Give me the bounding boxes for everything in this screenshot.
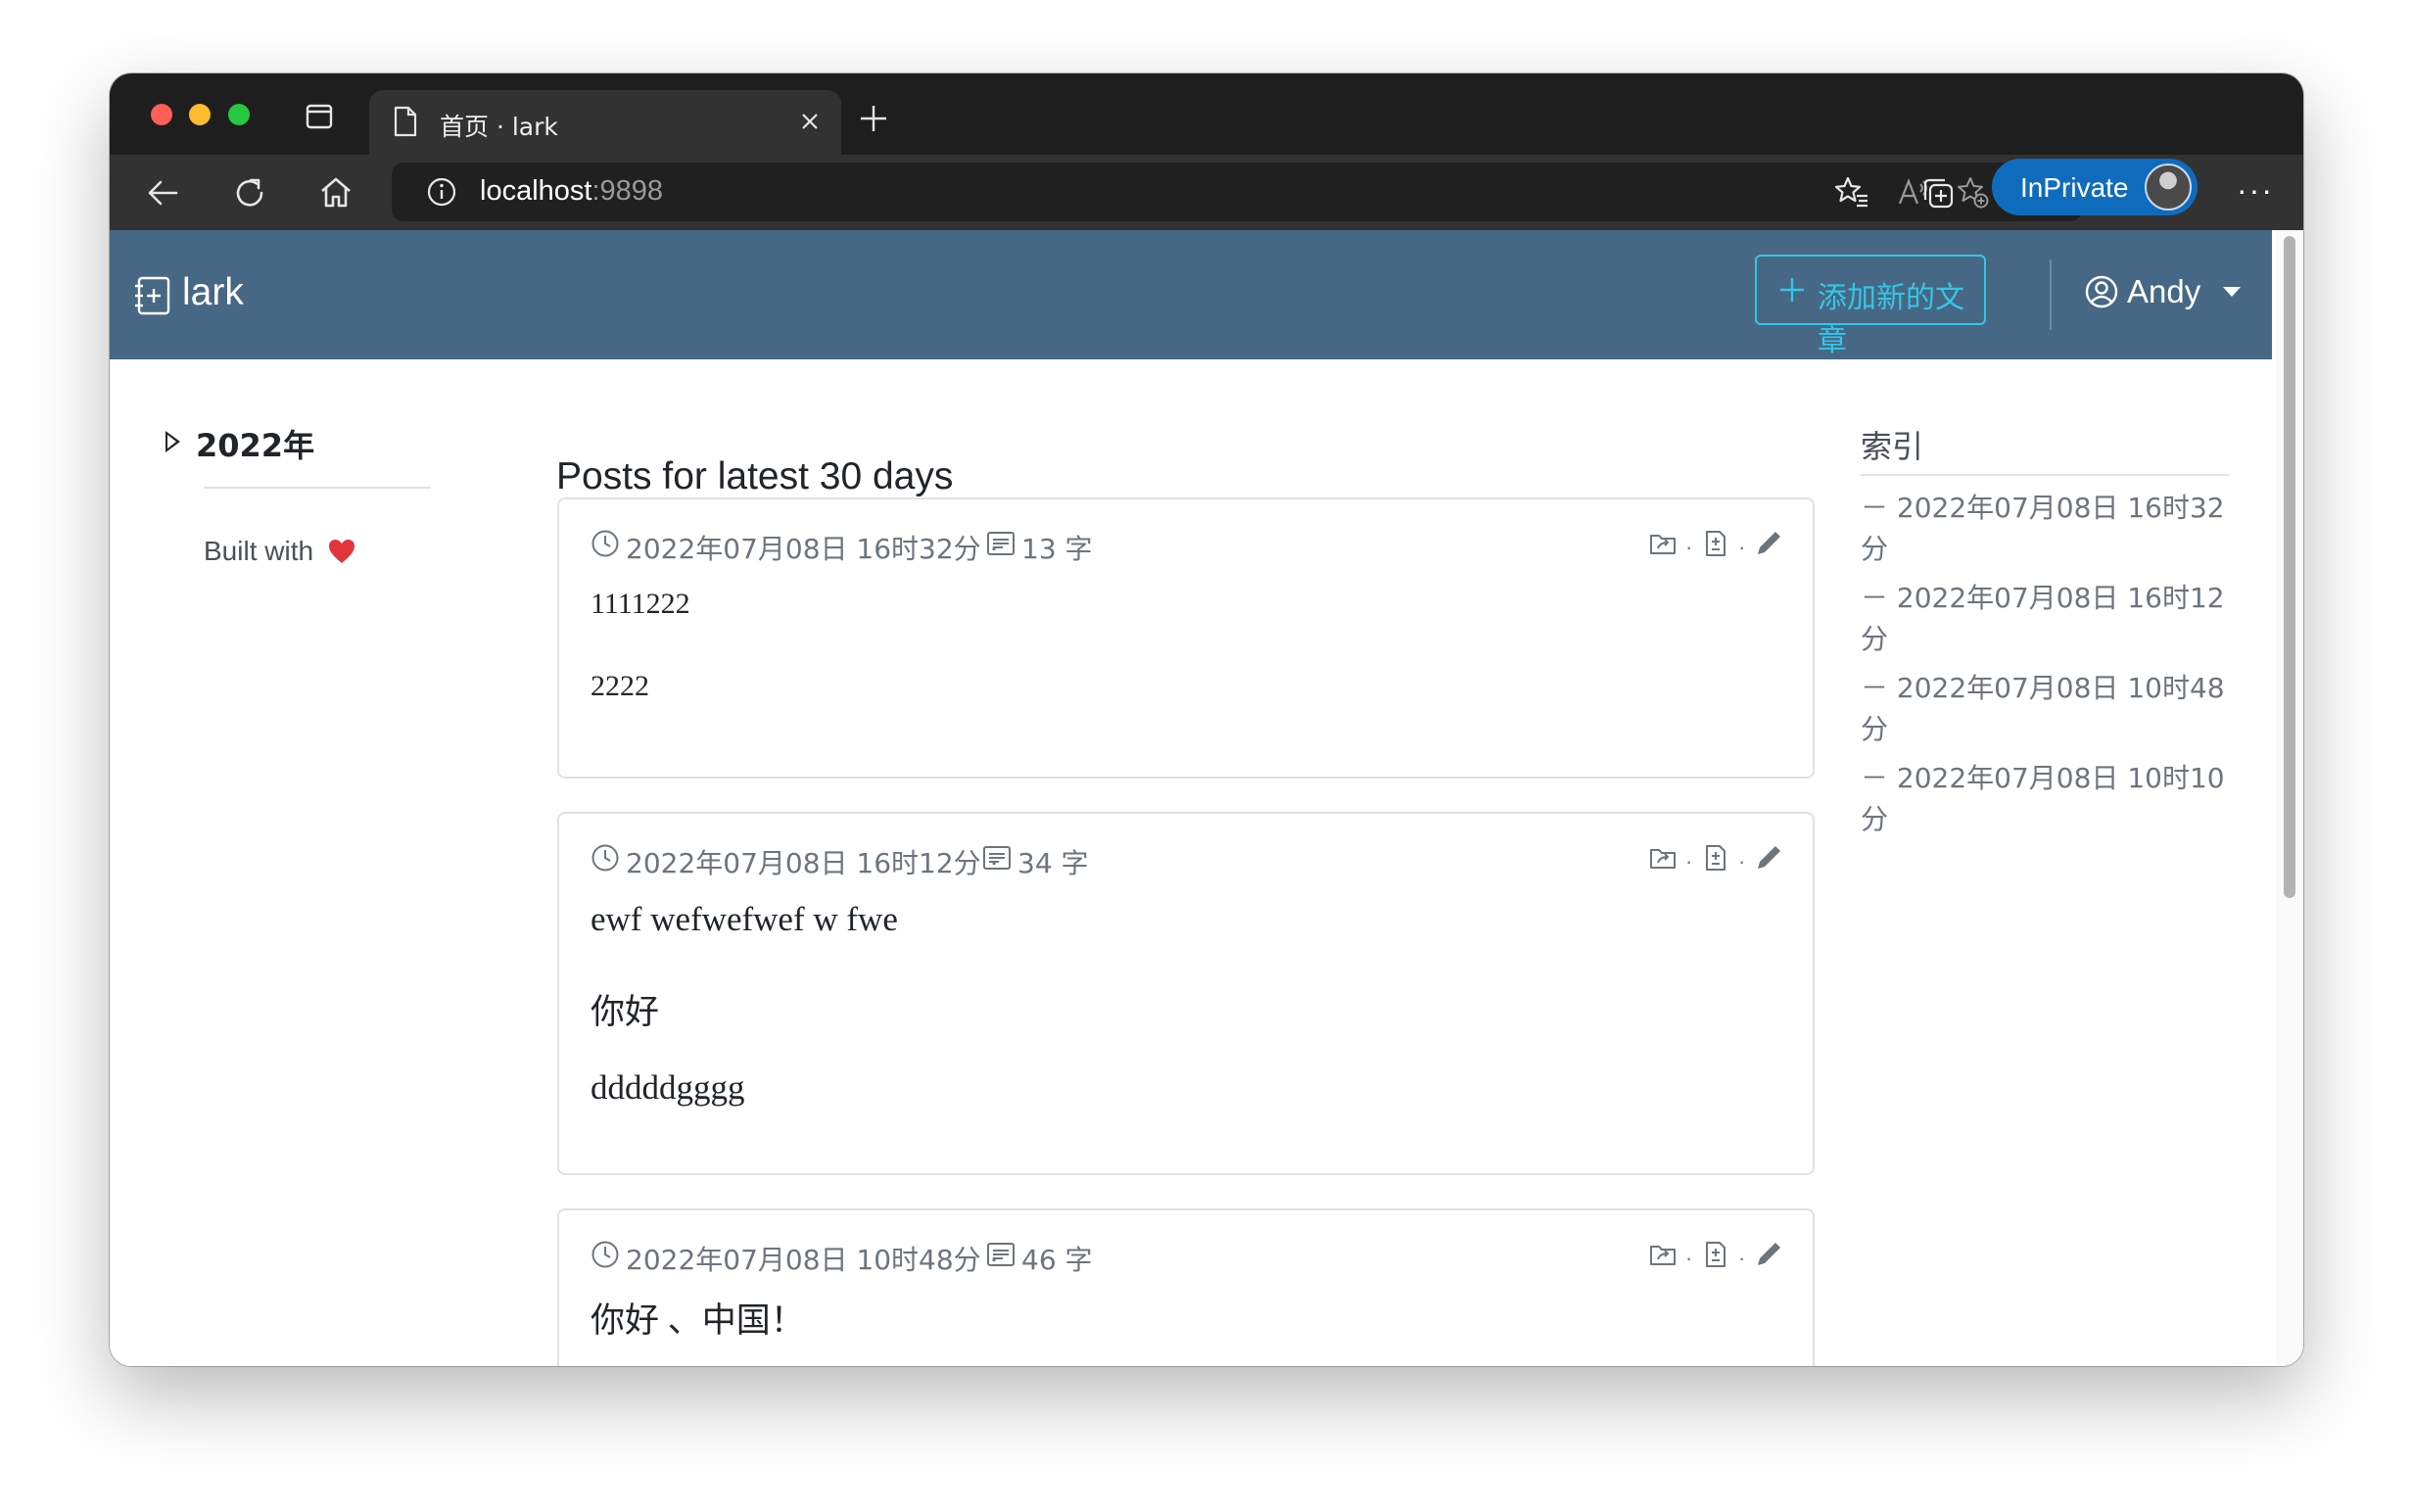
toc-title: 索引: [1861, 428, 1924, 465]
year-archive-toggle[interactable]: 2022年: [196, 421, 314, 466]
word-count: 34 字: [1017, 847, 1089, 879]
minimize-window-button[interactable]: [189, 104, 211, 125]
post-paragraph: 2222: [591, 670, 649, 702]
toc-link-text: － 2022年07月08日 10时10: [1861, 762, 2225, 794]
page-scrollbar[interactable]: [2276, 230, 2303, 1366]
toc-link-text: － 2022年07月08日 10时48: [1861, 672, 2225, 704]
add-post-button[interactable]: 添加新的文章: [1755, 255, 1986, 358]
post-paragraph: ewf wefwefwef w fwe: [591, 900, 898, 938]
toc-link[interactable]: － 2022年07月08日 16时32 分: [1861, 488, 2233, 570]
tab-title: 首页 · lark: [440, 113, 558, 141]
clock-icon: [591, 1241, 619, 1268]
close-window-button[interactable]: [151, 104, 172, 125]
profile-avatar: [2145, 164, 2192, 211]
inprivate-label: InPrivate: [2020, 172, 2129, 203]
collections-icon[interactable]: [1919, 174, 1957, 212]
user-menu-toggle[interactable]: Andy: [2127, 273, 2200, 310]
post-card: 2022年07月08日 16时12分 · 34 字 · · ewf wefwef…: [557, 812, 1815, 1175]
post-paragraph: 你好: [591, 993, 660, 1031]
toc-link[interactable]: － 2022年07月08日 16时12 分: [1861, 578, 2233, 660]
toc-link[interactable]: － 2022年07月08日 10时10 分: [1861, 758, 2233, 840]
url-text: localhost:9898: [480, 175, 664, 207]
toc-link-text: － 2022年07月08日 16时12: [1861, 582, 2225, 614]
post-date: 2022年07月08日 16时12分 ·: [626, 847, 999, 879]
post-card: 2022年07月08日 16时32分 · 13 字 · · 1111222 22…: [557, 497, 1815, 779]
separator-dot: ·: [1738, 535, 1746, 559]
separator-dot: ·: [1685, 535, 1693, 559]
built-with-text: Built with: [204, 536, 314, 566]
tab-bar: 首页 · lark: [110, 73, 2303, 155]
page-content: lark 添加新的文章 Andy 2022年 Built with Posts …: [110, 230, 2303, 1366]
more-options-icon[interactable]: ···: [2237, 174, 2274, 206]
brand-name[interactable]: lark: [182, 271, 244, 314]
document-text-icon: [987, 1243, 1015, 1266]
pencil-edit-icon[interactable]: [1754, 529, 1783, 558]
file-diff-icon[interactable]: [1701, 529, 1730, 558]
tab-active[interactable]: 首页 · lark: [369, 90, 841, 155]
post-actions: · ·: [1648, 1240, 1785, 1271]
home-icon[interactable]: [317, 174, 355, 212]
new-tab-icon[interactable]: [858, 103, 889, 134]
caret-down-icon[interactable]: [2223, 287, 2241, 297]
browser-toolbar: localhost:9898 InPrivate ···: [110, 155, 2303, 230]
add-favorite-icon[interactable]: [1955, 174, 1990, 210]
pencil-edit-icon[interactable]: [1754, 1240, 1783, 1269]
post-card: 2022年07月08日 10时48分 · 46 字 · · 你好 、中国！: [557, 1208, 1815, 1366]
user-circle-icon[interactable]: [2084, 274, 2119, 309]
file-diff-icon[interactable]: [1701, 1240, 1730, 1269]
toc-link[interactable]: － 2022年07月08日 10时48 分: [1861, 668, 2233, 750]
post-date: 2022年07月08日 16时32分 ·: [626, 533, 999, 565]
address-bar[interactable]: localhost:9898: [392, 163, 2082, 221]
refresh-icon[interactable]: [231, 174, 268, 212]
toc-link-text: － 2022年07月08日 16时32: [1861, 492, 2225, 524]
page-icon: [394, 106, 417, 137]
document-text-icon: [983, 846, 1011, 870]
post-actions: · ·: [1648, 529, 1785, 560]
back-arrow-icon[interactable]: [145, 174, 182, 212]
toc-link-text: 分: [1861, 623, 1889, 655]
document-text-icon: [987, 532, 1015, 555]
browser-window: 首页 · lark localhost:9898 InPrivate ··· l…: [110, 73, 2303, 1366]
inprivate-profile-button[interactable]: InPrivate: [1992, 159, 2198, 215]
toc-link-text: 分: [1861, 803, 1889, 835]
separator-dot: ·: [1738, 1246, 1746, 1270]
tab-actions-icon[interactable]: [306, 103, 333, 130]
scrollbar-thumb[interactable]: [2284, 236, 2295, 898]
separator-dot: ·: [1738, 849, 1746, 874]
toc-link-text: 分: [1861, 713, 1889, 745]
separator-dot: ·: [1685, 849, 1693, 874]
site-navbar: lark 添加新的文章 Andy: [110, 230, 2272, 359]
folder-move-icon[interactable]: [1648, 529, 1678, 558]
close-tab-icon[interactable]: [798, 110, 822, 133]
word-count: 13 字: [1021, 533, 1093, 565]
clock-icon: [591, 844, 619, 872]
folder-move-icon[interactable]: [1648, 1240, 1678, 1269]
maximize-window-button[interactable]: [228, 104, 250, 125]
heart-icon: [329, 540, 355, 563]
plus-icon: [1780, 278, 1804, 302]
toc-link-text: 分: [1861, 533, 1889, 565]
sidebar-divider: [204, 487, 431, 489]
toc-divider: [1861, 474, 2229, 476]
favorites-icon[interactable]: [1833, 174, 1870, 212]
file-diff-icon[interactable]: [1701, 843, 1730, 873]
post-date: 2022年07月08日 10时48分 ·: [626, 1244, 999, 1276]
clock-icon: [591, 530, 619, 557]
post-actions: · ·: [1648, 843, 1785, 874]
page-heading: Posts for latest 30 days: [556, 455, 954, 497]
nav-divider: [2050, 260, 2052, 330]
post-paragraph: dddddgggg: [591, 1068, 745, 1107]
post-paragraph: 1111222: [591, 588, 690, 620]
word-count: 46 字: [1021, 1244, 1093, 1276]
journal-plus-icon[interactable]: [133, 275, 172, 316]
post-paragraph: 你好 、中国！: [591, 1301, 805, 1340]
site-info-icon[interactable]: [426, 176, 457, 208]
add-post-label: 添加新的文章: [1818, 281, 1964, 358]
pencil-edit-icon[interactable]: [1754, 843, 1783, 873]
caret-right-icon[interactable]: [165, 431, 180, 452]
folder-move-icon[interactable]: [1648, 843, 1678, 873]
separator-dot: ·: [1685, 1246, 1693, 1270]
